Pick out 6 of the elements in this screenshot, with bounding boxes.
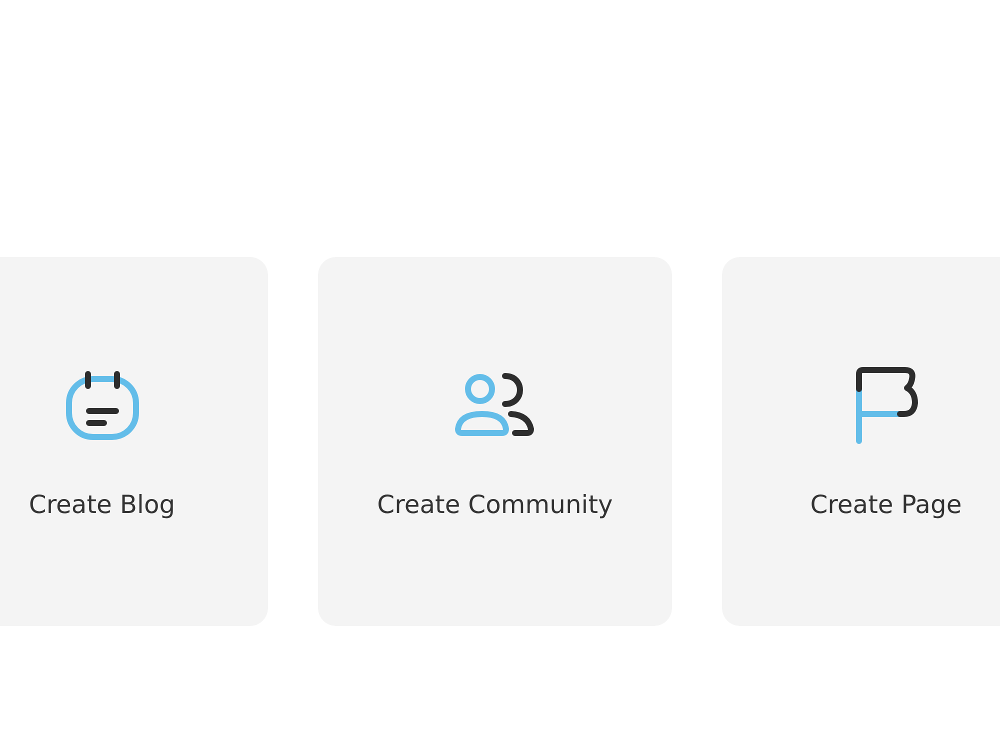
create-card[interactable]: Create Community [318,257,672,626]
users-icon [455,372,535,438]
create-card[interactable]: Create Page [722,257,1000,626]
create-card[interactable]: Create Blog [0,257,268,626]
notepad-icon [66,370,138,440]
flag-icon [854,366,918,444]
